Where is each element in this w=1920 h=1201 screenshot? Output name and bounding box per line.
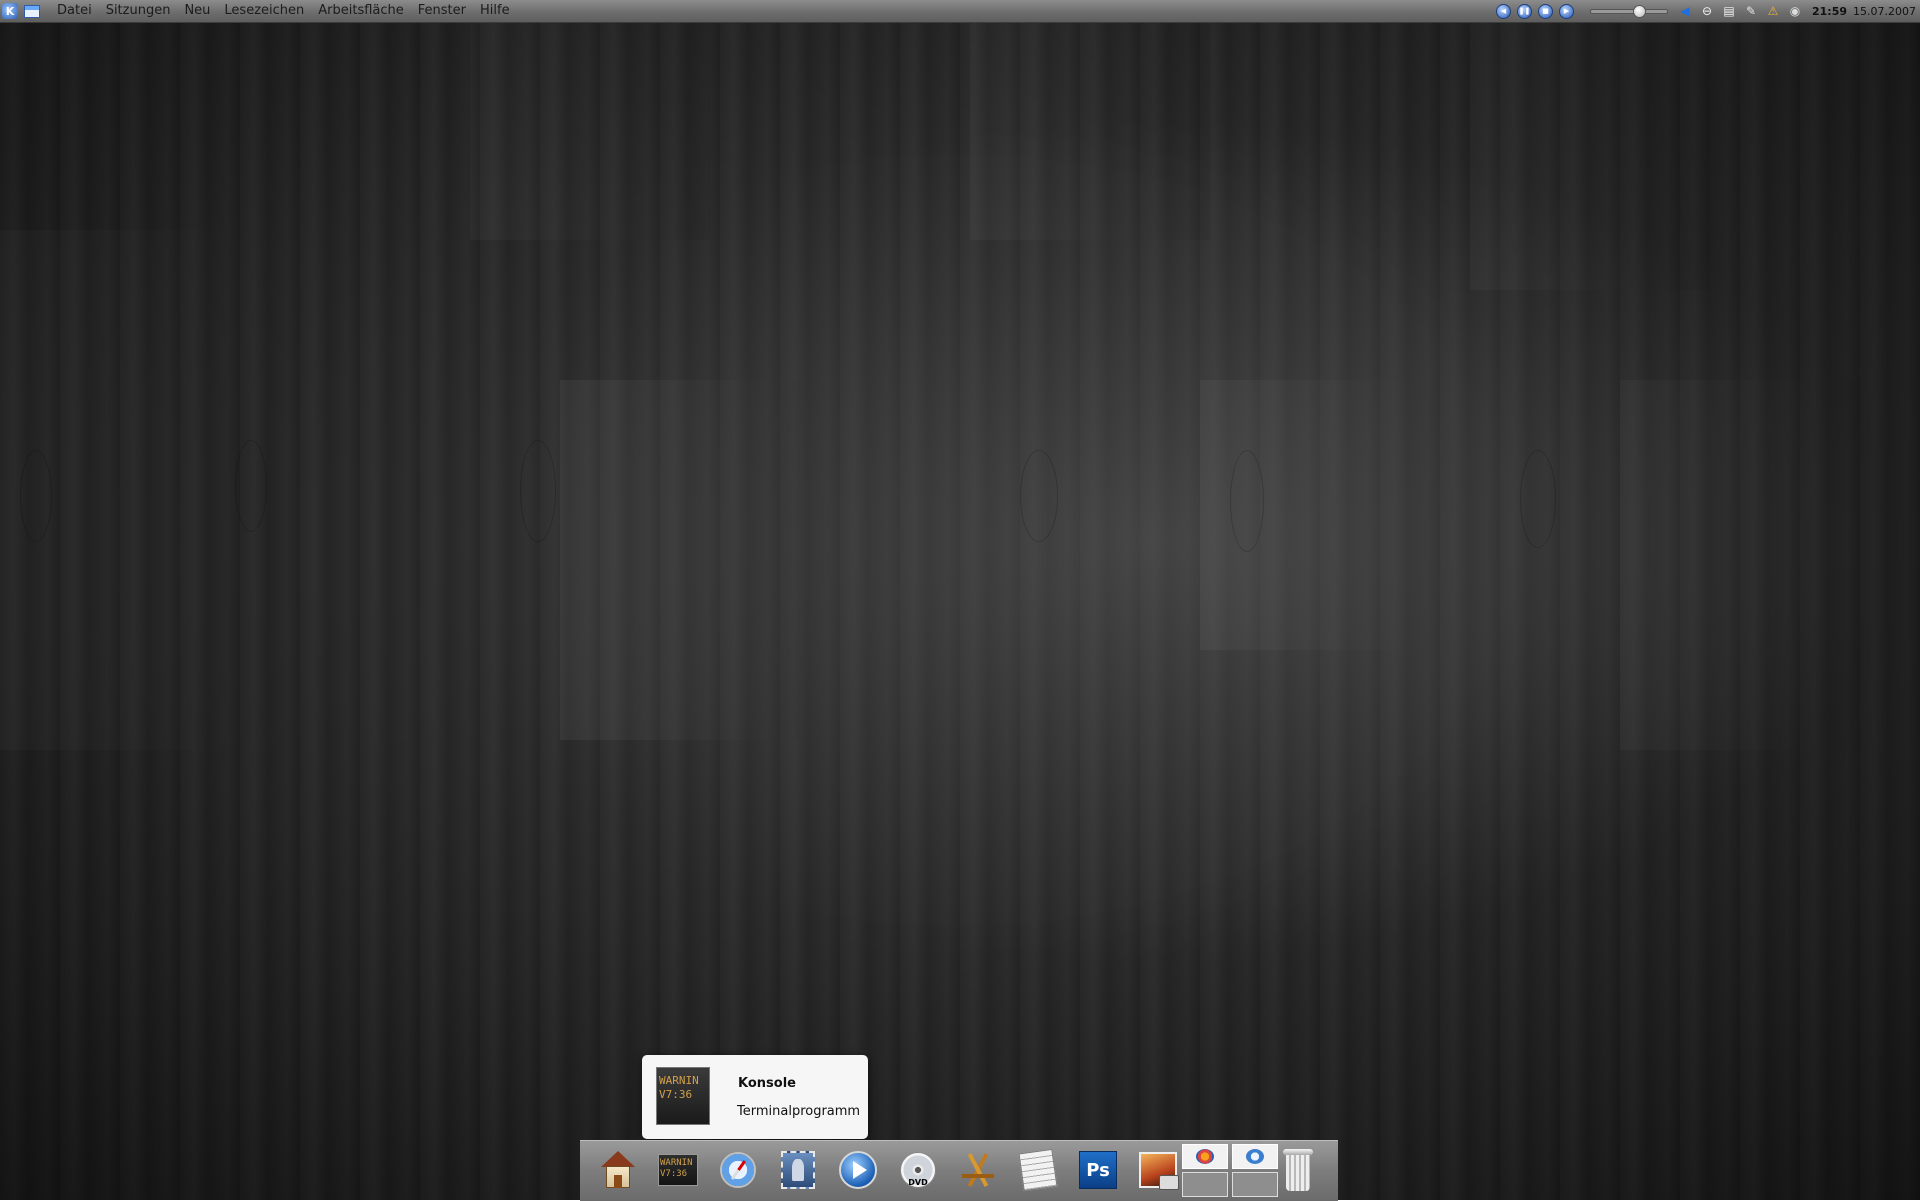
- wood-knot: [1520, 450, 1556, 548]
- dvd-player-icon[interactable]: DVD: [895, 1146, 941, 1194]
- speaker-icon[interactable]: ◀: [1677, 3, 1693, 19]
- firefox-icon: [1196, 1149, 1214, 1164]
- wood-knot: [235, 440, 267, 532]
- window-list-icon[interactable]: [24, 4, 40, 18]
- wood-knot: [520, 440, 556, 542]
- text-editor-icon[interactable]: [1015, 1146, 1061, 1194]
- wood-plank: [1620, 380, 1860, 750]
- system-tray: ◀ ❚❚ ■ ▶ ◀ ⊖ ▤ ✎ ⚠ ◉ 21:59 15.07.2007: [1496, 0, 1920, 22]
- wood-knot: [20, 450, 52, 542]
- network-icon[interactable]: ✎: [1743, 3, 1759, 19]
- clock-date: 15.07.2007: [1853, 4, 1916, 18]
- desktop-pager-cell[interactable]: [1232, 1172, 1278, 1197]
- menu-fenster[interactable]: Fenster: [411, 0, 473, 22]
- next-icon[interactable]: ▶: [1559, 3, 1574, 19]
- wood-plank: [970, 0, 1210, 240]
- previous-icon[interactable]: ◀: [1496, 3, 1511, 19]
- photoshop-icon[interactable]: Ps: [1075, 1146, 1121, 1194]
- wood-plank: [470, 0, 710, 240]
- konsole-icon[interactable]: WARNIN V7:36: [655, 1146, 701, 1194]
- tooltip-description: Terminalprogramm: [737, 1104, 861, 1119]
- menu-sitzungen[interactable]: Sitzungen: [99, 0, 178, 22]
- menu-neu[interactable]: Neu: [177, 0, 217, 22]
- weather-icon[interactable]: ⚠: [1765, 3, 1781, 19]
- konsole-dock-text: WARNIN V7:36: [658, 1154, 698, 1186]
- photo-icon[interactable]: [1135, 1146, 1181, 1194]
- dock-tooltip: WARNIN V7:36 Konsole Terminalprogramm: [642, 1055, 868, 1139]
- menu-lesezeichen[interactable]: Lesezeichen: [217, 0, 311, 22]
- menu-arbeitsflaeche[interactable]: Arbeitsfläche: [311, 0, 411, 22]
- trash-icon[interactable]: [1275, 1146, 1321, 1194]
- photoshop-label: Ps: [1079, 1151, 1117, 1189]
- volume-slider-knob[interactable]: [1633, 4, 1647, 18]
- desktop-pager-cell[interactable]: [1182, 1144, 1228, 1169]
- wood-knot: [1020, 450, 1058, 542]
- update-icon[interactable]: ◉: [1787, 3, 1803, 19]
- clock[interactable]: 21:59 15.07.2007: [1812, 5, 1916, 18]
- konsole-tooltip-icon: WARNIN V7:36: [656, 1067, 710, 1125]
- menu-hilfe[interactable]: Hilfe: [473, 0, 517, 22]
- safari-icon[interactable]: [715, 1146, 761, 1194]
- clock-time: 21:59: [1812, 4, 1848, 18]
- kde-menu-icon[interactable]: K: [2, 3, 18, 19]
- dvd-label: DVD: [908, 1178, 928, 1187]
- safari-mini-icon: [1246, 1149, 1264, 1164]
- wood-plank: [1470, 0, 1710, 290]
- desktop-wallpaper: [0, 0, 1920, 1200]
- desktop-pager: [1180, 1142, 1280, 1198]
- wood-plank: [560, 380, 800, 740]
- desktop-pager-cell[interactable]: [1182, 1172, 1228, 1197]
- menu-datei[interactable]: Datei: [50, 0, 99, 22]
- home-icon[interactable]: [595, 1146, 641, 1194]
- wood-knot: [1230, 450, 1264, 552]
- stop-icon[interactable]: ■: [1538, 3, 1553, 19]
- disk-icon[interactable]: ⊖: [1699, 3, 1715, 19]
- mail-icon[interactable]: [775, 1146, 821, 1194]
- desktop-pager-cell[interactable]: [1232, 1144, 1278, 1169]
- media-player-icon[interactable]: [835, 1146, 881, 1194]
- clipboard-icon[interactable]: ▤: [1721, 3, 1737, 19]
- top-panel: K Datei Sitzungen Neu Lesezeichen Arbeit…: [0, 0, 1920, 23]
- tooltip-title: Konsole: [738, 1076, 796, 1091]
- app-store-icon[interactable]: [955, 1146, 1001, 1194]
- volume-slider[interactable]: [1590, 4, 1668, 18]
- pause-icon[interactable]: ❚❚: [1517, 3, 1532, 19]
